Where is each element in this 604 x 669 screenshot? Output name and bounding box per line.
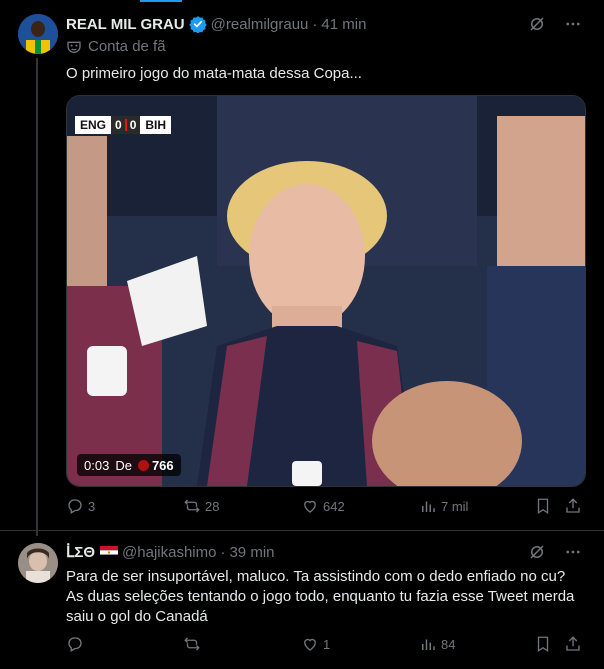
like-icon <box>301 497 319 515</box>
views-count: 84 <box>441 636 456 652</box>
repost-button[interactable]: 28 <box>183 497 219 515</box>
tweet-main[interactable]: REAL MIL GRAU @realmilgrauu · 41 min Con… <box>0 0 604 530</box>
like-button[interactable]: 642 <box>301 497 345 515</box>
repost-icon <box>183 635 201 653</box>
avatar[interactable] <box>18 14 58 54</box>
verified-badge-icon <box>188 15 207 33</box>
score: 0 0 <box>111 116 141 134</box>
bookmark-button[interactable] <box>534 635 552 653</box>
tweet-actions: 1 84 <box>66 635 584 657</box>
fan-account-label: Conta de fã <box>66 38 166 55</box>
views-button[interactable]: 7 mil <box>419 497 468 515</box>
reply-button[interactable] <box>66 635 88 653</box>
display-name[interactable]: REAL MIL GRAU <box>66 16 185 33</box>
reply-icon <box>66 635 84 653</box>
views-button[interactable]: 84 <box>419 635 455 653</box>
grok-icon[interactable] <box>528 15 546 33</box>
like-count: 642 <box>323 498 345 514</box>
reply-count: 3 <box>88 498 96 514</box>
views-count: 7 mil <box>441 498 469 514</box>
tweet-video[interactable]: ENG 0 0 BIH 0:03 De 766 <box>66 95 586 487</box>
score-home: 0 <box>115 118 122 132</box>
bookmark-button[interactable] <box>534 497 552 515</box>
video-overlay: 0:03 De 766 <box>77 454 181 476</box>
handle[interactable]: @realmilgrauu <box>211 16 309 33</box>
video-timestamp: 0:03 <box>84 457 110 473</box>
scorebug: ENG 0 0 BIH <box>75 116 172 134</box>
team-away: BIH <box>140 116 172 134</box>
like-count: 1 <box>323 636 331 652</box>
mask-icon <box>66 39 82 55</box>
repost-count: 28 <box>205 498 220 514</box>
share-button[interactable] <box>564 635 582 653</box>
score-away: 0 <box>129 118 137 132</box>
separator-dot: · <box>312 15 318 33</box>
tweet-text: O primeiro jogo do mata-mata dessa Copa.… <box>66 65 362 82</box>
team-home: ENG <box>75 116 112 134</box>
tweet-header-actions <box>528 15 582 33</box>
fan-account-text: Conta de fã <box>88 38 166 55</box>
like-icon <box>301 635 319 653</box>
repost-icon <box>183 497 201 515</box>
timestamp[interactable]: 39 min <box>229 544 274 561</box>
source-avatar-icon <box>137 459 149 471</box>
display-name[interactable]: ᒫΣΘ <box>66 543 95 561</box>
score-divider <box>124 119 127 131</box>
bookmark-icon <box>534 635 552 653</box>
share-button[interactable] <box>564 497 582 515</box>
reply-button[interactable]: 3 <box>66 497 95 515</box>
share-icon <box>564 635 582 653</box>
tweet-actions: 3 28 642 7 mil <box>66 497 584 519</box>
separator-dot: · <box>220 543 226 561</box>
timestamp[interactable]: 41 min <box>321 16 366 33</box>
tweet-header: REAL MIL GRAU @realmilgrauu · 41 min <box>66 14 366 34</box>
tweet-header: ᒫΣΘ @hajikashimo · 39 min <box>66 542 275 562</box>
share-icon <box>564 497 582 515</box>
video-views: 766 <box>137 457 174 473</box>
reply-icon <box>66 497 84 515</box>
bookmark-icon <box>534 497 552 515</box>
more-icon[interactable] <box>564 15 582 33</box>
video-views-count: 766 <box>151 457 174 473</box>
tweet-text: Para de ser insuportável, maluco. Ta ass… <box>66 568 575 625</box>
tweet-header-actions <box>528 543 582 561</box>
tweet-reply[interactable]: ᒫΣΘ @hajikashimo · 39 min Para de ser in… <box>0 530 604 669</box>
views-icon <box>419 497 437 515</box>
grok-icon[interactable] <box>528 543 546 561</box>
handle[interactable]: @hajikashimo <box>122 544 216 561</box>
repost-button[interactable] <box>183 635 205 653</box>
avatar[interactable] <box>18 543 58 583</box>
like-button[interactable]: 1 <box>301 635 330 653</box>
from-label: De <box>115 457 132 473</box>
more-icon[interactable] <box>564 543 582 561</box>
egypt-flag-icon <box>100 545 119 559</box>
views-icon <box>419 635 437 653</box>
video-frame <box>67 96 585 486</box>
